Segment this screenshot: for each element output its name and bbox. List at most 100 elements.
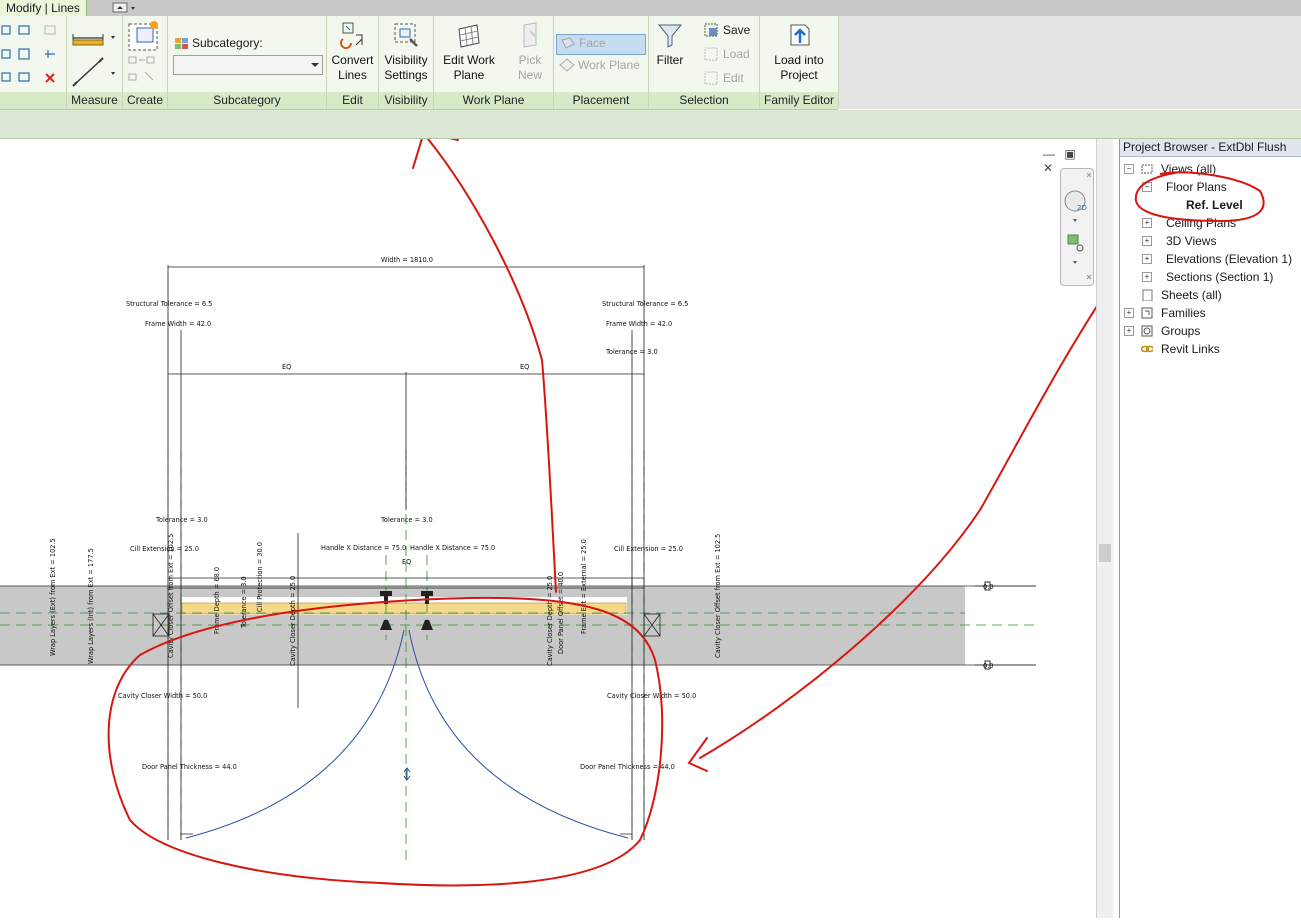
convert-lines-icon — [339, 22, 362, 49]
subcategory-icon — [175, 38, 188, 49]
tolerance-centre[interactable]: Tolerance = 3.0 — [380, 516, 433, 524]
save-selection-button[interactable]: Save — [704, 22, 750, 38]
family-editor-panel: Load into Project Family Editor — [760, 16, 839, 109]
subcategory-label-text: Subcategory: — [192, 36, 263, 50]
convert-lines-button[interactable]: Convert Lines — [327, 21, 378, 83]
wrap-layers-ext[interactable]: Wrap Layers (Ext) from Ext = 102.5 — [49, 538, 57, 656]
create-component-icon[interactable] — [123, 16, 167, 92]
revit-links-icon — [1141, 345, 1153, 353]
expand-icon[interactable]: + — [1124, 308, 1134, 318]
save-selection-label: Save — [723, 23, 751, 37]
frame-external[interactable]: Frame Ext = External = 25.0 — [580, 539, 588, 634]
tree-ref-level[interactable]: Ref. Level — [1186, 196, 1243, 214]
cavity-closer-depth-right[interactable]: Cavity Closer Depth = 25.0 — [546, 576, 554, 666]
visibility-settings-icon — [394, 23, 418, 47]
visibility-settings-button[interactable]: Visibility Settings — [379, 21, 433, 83]
chevron-down-icon — [311, 63, 319, 67]
tree-label: Sections (Section 1) — [1166, 270, 1274, 284]
options-bar — [0, 110, 1301, 139]
tree-label: Ceiling Plans — [1166, 216, 1237, 230]
ribbon-tab-bar: Modify | Lines — [0, 0, 1301, 16]
expand-icon[interactable]: + — [1142, 272, 1152, 282]
tree-label: 3D Views — [1166, 234, 1217, 248]
work-plane-icon — [559, 58, 575, 72]
tree-label: Sheets (all) — [1161, 288, 1222, 302]
views-icon — [1141, 164, 1153, 174]
cavity-closer-width-left[interactable]: Cavity Closer Width = 50.0 — [118, 692, 207, 700]
selection-panel: Filter Save Load Edit Selection — [649, 16, 760, 109]
expand-icon[interactable]: + — [1142, 254, 1152, 264]
tree-label: Groups — [1161, 324, 1201, 338]
work-plane-place-label: Work Plane — [578, 58, 640, 72]
structural-tolerance-right[interactable]: Structural Tolerance = 6.5 — [602, 300, 688, 308]
eq-right[interactable]: EQ — [520, 363, 529, 371]
project-browser: Project Browser - ExtDbl Flush − Views (… — [1119, 139, 1301, 918]
handle-distance-right[interactable]: Handle X Distance = 75.0 — [410, 544, 495, 552]
quick-access-dropdown-icon[interactable] — [112, 2, 138, 13]
edit-selection-button[interactable]: Edit — [704, 70, 744, 86]
structural-tolerance-left[interactable]: Structural Tolerance = 6.5 — [126, 300, 212, 308]
expand-icon[interactable]: + — [1142, 236, 1152, 246]
red-annotations — [107, 130, 1119, 887]
measure-icon[interactable] — [67, 16, 122, 92]
subcategory-panel-title: Subcategory — [168, 92, 326, 109]
load-selection-icon — [704, 47, 718, 61]
load-into-project-label: Load into Project — [774, 53, 824, 82]
visibility-panel-title: Visibility — [379, 92, 433, 109]
cavity-closer-depth-left[interactable]: Cavity Closer Depth = 25.0 — [289, 576, 297, 666]
create-panel-title: Create — [123, 92, 167, 109]
load-selection-button[interactable]: Load — [704, 46, 750, 62]
tolerance-left[interactable]: Tolerance = 3.0 — [155, 516, 208, 524]
subcategory-panel: Subcategory: Subcategory — [168, 16, 327, 109]
view-window-controls[interactable]: — ▣ ✕ — [1043, 147, 1093, 175]
modify-lines-tab[interactable]: Modify | Lines — [0, 0, 87, 16]
expand-icon[interactable]: + — [1142, 218, 1152, 228]
door-panel-thickness-left[interactable]: Door Panel Thickness = 44.0 — [142, 763, 237, 771]
level-1-label: 0.0 — [983, 662, 994, 670]
convert-lines-label: Convert Lines — [331, 53, 374, 82]
frame-depth[interactable]: Frame Depth = 68.0 — [213, 567, 221, 634]
subcategory-dropdown[interactable] — [173, 55, 323, 75]
scrollbar-thumb[interactable] — [1099, 544, 1111, 562]
steering-wheel-icon: 2D — [1064, 172, 1092, 280]
filter-button[interactable]: Filter — [651, 21, 689, 68]
handle-distance-left[interactable]: Handle X Distance = 75.0 — [321, 544, 406, 552]
canvas-scrollbar[interactable] — [1096, 139, 1113, 918]
modify-panel-title — [0, 92, 66, 109]
drawing-canvas[interactable]: 0.0 0.0 Width = 1810.0 Structural Tolera… — [0, 130, 1119, 918]
cavity-closer-offset-right[interactable]: Cavity Closer Offset from Ext = 102.5 — [714, 534, 722, 658]
face-button[interactable]: Face — [556, 34, 646, 55]
cill-extension-right[interactable]: Cill Extension = 25.0 — [614, 545, 683, 553]
edit-selection-icon — [704, 71, 718, 85]
expand-icon[interactable]: + — [1124, 326, 1134, 336]
tree-label: Families — [1161, 306, 1206, 320]
wrap-layers-int[interactable]: Wrap Layers (Int) from Ext = 177.5 — [87, 548, 95, 664]
work-plane-place-button[interactable]: Work Plane — [559, 57, 640, 73]
pick-new-icon — [523, 22, 537, 48]
face-label: Face — [579, 36, 606, 50]
filter-icon — [657, 24, 683, 48]
navigation-bar[interactable]: 2D — [1060, 168, 1094, 286]
edit-work-plane-button[interactable]: Edit Work Plane — [436, 21, 502, 83]
annotation-arrow-up-line — [423, 133, 557, 593]
eq-handles[interactable]: EQ — [402, 558, 411, 566]
load-into-project-icon — [790, 24, 810, 46]
width-dimension[interactable]: Width = 1810.0 — [381, 256, 433, 264]
door-panel-offset[interactable]: Door Panel Offset = 40.0 — [557, 572, 565, 654]
cavity-closer-width-right[interactable]: Cavity Closer Width = 50.0 — [607, 692, 696, 700]
frame-width-left[interactable]: Frame Width = 42.0 — [145, 320, 211, 328]
collapse-icon[interactable]: − — [1124, 164, 1134, 174]
load-into-project-button[interactable]: Load into Project — [760, 21, 838, 83]
eq-left[interactable]: EQ — [282, 363, 291, 371]
groups-icon — [1141, 325, 1153, 337]
face-icon — [561, 37, 575, 49]
cill-protection[interactable]: Cill Protection = 30.0 — [256, 542, 264, 612]
collapse-icon[interactable]: − — [1142, 182, 1152, 192]
cill-extension-left[interactable]: Cill Extension = 25.0 — [130, 545, 199, 553]
pick-new-button[interactable]: Pick New — [510, 21, 550, 83]
plan-view-svg[interactable]: 0.0 0.0 Width = 1810.0 Structural Tolera… — [0, 130, 1119, 918]
tolerance-top-right[interactable]: Tolerance = 3.0 — [605, 348, 658, 356]
modify-tools-icons[interactable] — [0, 16, 66, 92]
frame-width-right[interactable]: Frame Width = 42.0 — [606, 320, 672, 328]
flip-control-icon[interactable] — [403, 767, 411, 781]
